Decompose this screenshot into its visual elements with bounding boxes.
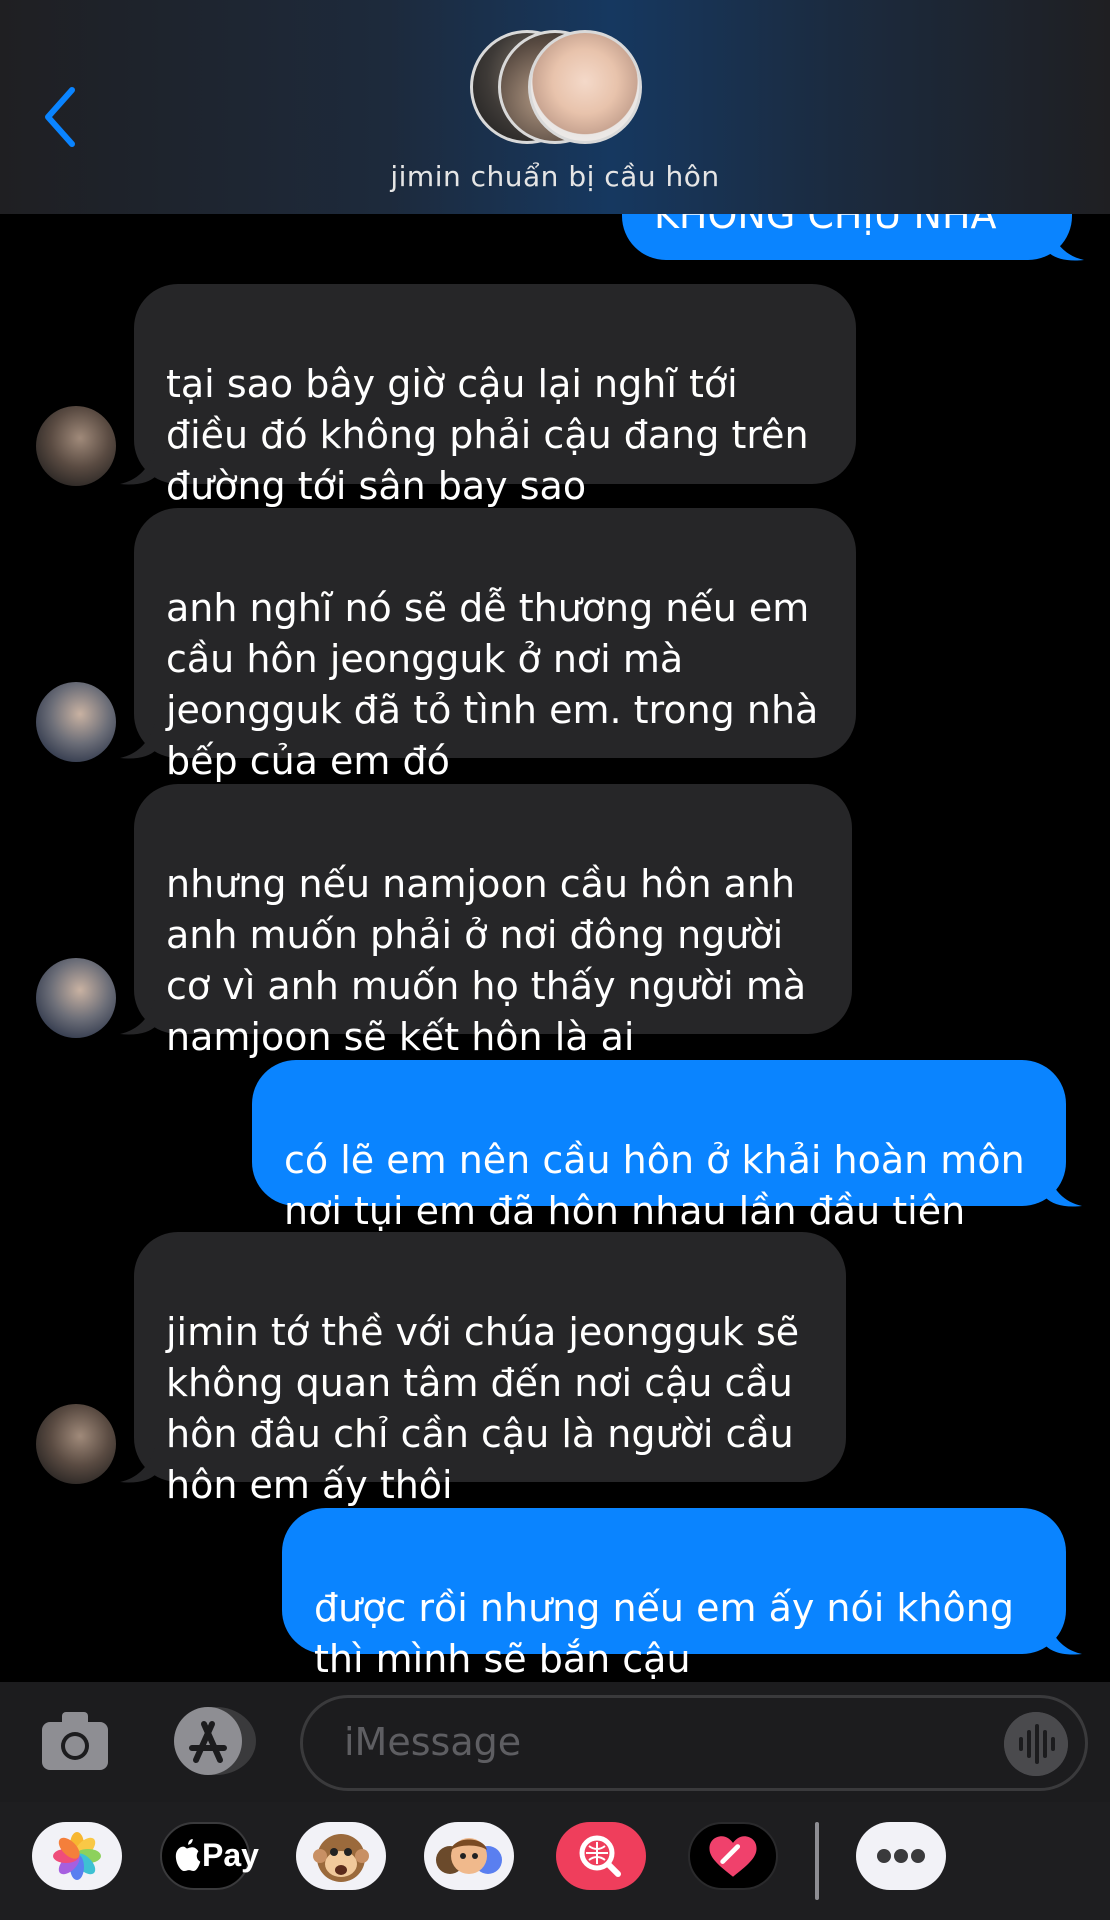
conversation-title[interactable]: jimin chuẩn bị cầu hôn <box>0 160 1110 193</box>
bubble-tail <box>120 1444 156 1483</box>
bubble-tail <box>1046 1168 1082 1207</box>
message-text: tại sao bây giờ cậu lại nghĩ tới điều đó… <box>166 362 809 508</box>
bubble-tail <box>1046 1616 1082 1655</box>
conversation-header: jimin chuẩn bị cầu hôn <box>0 0 1110 214</box>
message-text: jimin tớ thề với chúa jeongguk sẽ không … <box>166 1310 800 1507</box>
back-chevron-icon[interactable] <box>38 82 82 152</box>
more-apps-icon[interactable] <box>856 1822 946 1890</box>
app-drawer-divider <box>815 1822 819 1900</box>
message-bubble-incoming[interactable]: jimin tớ thề với chúa jeongguk sẽ không … <box>134 1232 846 1507</box>
message-bubble-incoming[interactable]: tại sao bây giờ cậu lại nghĩ tới điều đó… <box>134 284 856 508</box>
group-avatar-3 <box>528 30 642 144</box>
message-text: có lẽ em nên cầu hôn ở khải hoàn môn nơi… <box>284 1138 1025 1233</box>
photos-icon[interactable] <box>32 1822 122 1890</box>
sender-avatar-taehyung[interactable] <box>36 406 116 486</box>
message-bubble-outgoing[interactable]: được rồi nhưng nếu em ấy nói không thì m… <box>282 1508 1066 1681</box>
message-bubble-incoming[interactable]: nhưng nếu namjoon cầu hôn anh anh muốn p… <box>134 784 852 1059</box>
apple-pay-label: Pay <box>202 1837 259 1873</box>
bubble-tail <box>120 996 156 1035</box>
imessage-placeholder: iMessage <box>344 1720 522 1764</box>
message-bubble-outgoing[interactable]: có lẽ em nên cầu hôn ở khải hoàn môn nơi… <box>252 1060 1066 1233</box>
images-search-icon[interactable] <box>556 1822 646 1890</box>
digital-touch-icon[interactable] <box>688 1822 778 1890</box>
message-text: nhưng nếu namjoon cầu hôn anh anh muốn p… <box>166 862 807 1059</box>
memoji-icon[interactable] <box>424 1822 514 1890</box>
sender-avatar-seokjin[interactable] <box>36 682 116 762</box>
animoji-icon[interactable] <box>296 1822 386 1890</box>
bubble-tail <box>120 446 156 485</box>
camera-icon[interactable] <box>40 1708 110 1774</box>
app-store-icon[interactable] <box>166 1706 258 1776</box>
bubble-tail <box>120 720 156 759</box>
sender-avatar-seokjin[interactable] <box>36 958 116 1038</box>
message-bubble-incoming[interactable]: anh nghĩ nó sẽ dễ thương nếu em cầu hôn … <box>134 508 856 783</box>
group-avatars[interactable] <box>470 30 642 144</box>
message-text: được rồi nhưng nếu em ấy nói không thì m… <box>314 1586 1014 1681</box>
bubble-tail <box>1048 222 1084 261</box>
audio-record-icon[interactable] <box>1004 1712 1068 1776</box>
sender-avatar-taehyung[interactable] <box>36 1404 116 1484</box>
apple-pay-button[interactable]: Pay <box>160 1822 259 1890</box>
message-text: anh nghĩ nó sẽ dễ thương nếu em cầu hôn … <box>166 586 819 783</box>
